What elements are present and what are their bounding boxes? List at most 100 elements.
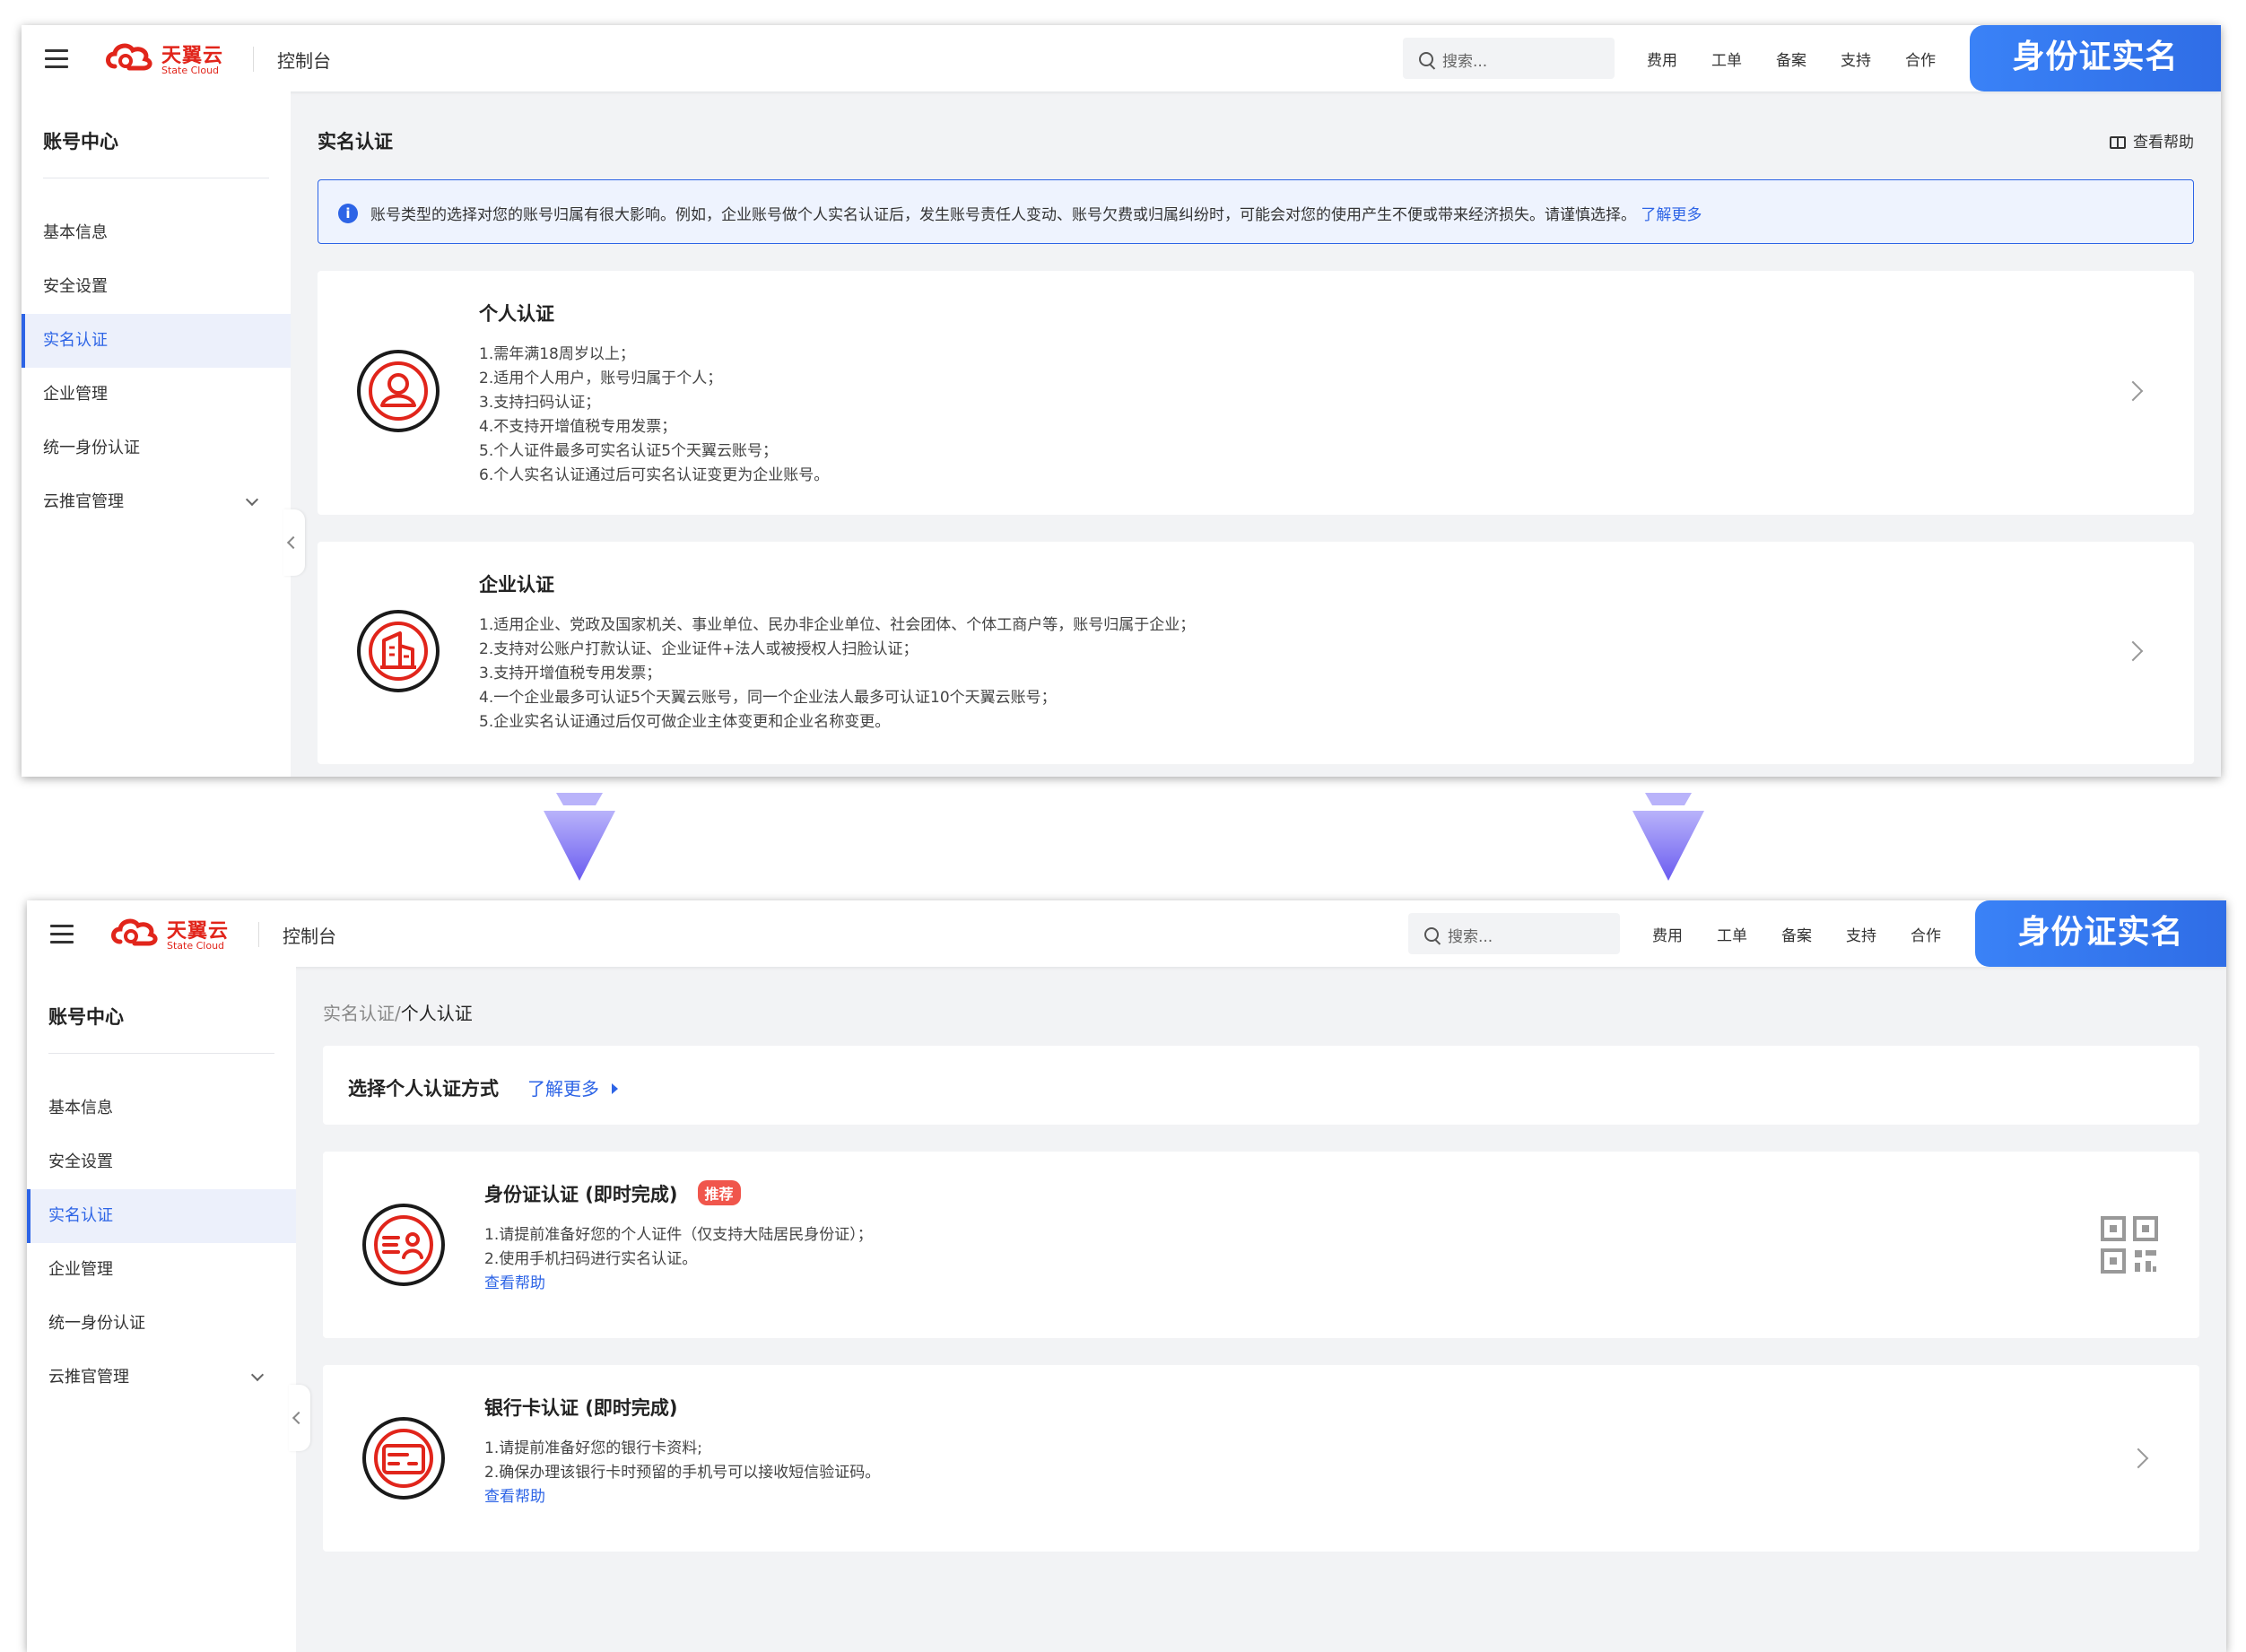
- book-icon: [2110, 136, 2126, 149]
- nav-filing[interactable]: 备案: [1781, 923, 1812, 945]
- sidebar-item-basic-info[interactable]: 基本信息: [22, 206, 291, 260]
- sidebar-item-enterprise[interactable]: 企业管理: [27, 1243, 296, 1297]
- nav-support[interactable]: 支持: [1841, 48, 1871, 70]
- logo-subtext: State Cloud: [161, 65, 220, 76]
- page-title: 实名认证: [318, 131, 393, 152]
- search-icon: [1424, 927, 1439, 942]
- nav-partner[interactable]: 合作: [1905, 48, 1936, 70]
- bank-card-icon: [362, 1417, 445, 1500]
- divider: [253, 47, 254, 72]
- info-icon: i: [338, 204, 358, 223]
- desc-line: 5.个人证件最多可实名认证5个天翼云账号；: [479, 442, 779, 460]
- learn-more-link[interactable]: 了解更多: [1641, 206, 1702, 224]
- brand-logo[interactable]: 天翼云 State Cloud: [108, 913, 242, 954]
- menu-icon[interactable]: [45, 49, 68, 68]
- id-card-icon: [362, 1204, 445, 1286]
- person-glyph: [369, 361, 428, 421]
- sidebar-item-cloud-promoter[interactable]: 云推官管理: [27, 1351, 296, 1404]
- console-link[interactable]: 控制台: [283, 922, 336, 948]
- top-navbar: 天翼云 State Cloud 控制台 搜索... 费用 工单 备案 支持 合作…: [22, 25, 2221, 91]
- desc-line: 2.确保办理该银行卡时预留的手机号可以接收短信验证码。: [484, 1464, 881, 1482]
- cloud-logo-icon: [111, 918, 158, 946]
- chevron-right-icon[interactable]: [2122, 380, 2144, 402]
- screenshot-personal-auth-methods: 天翼云 State Cloud 控制台 搜索... 费用 工单 备案 支持 合作…: [27, 900, 2226, 1652]
- search-placeholder: 搜索...: [1448, 928, 1493, 946]
- breadcrumb-current: 个人认证: [400, 1003, 473, 1024]
- card-description: 1.请提前准备好您的银行卡资料; 2.确保办理该银行卡时预留的手机号可以接收短信…: [484, 1437, 880, 1509]
- sidebar-title: 账号中心: [43, 131, 118, 152]
- nav-support[interactable]: 支持: [1846, 923, 1876, 945]
- search-input[interactable]: 搜索...: [1403, 38, 1615, 79]
- sidebar: 账号中心 基本信息 安全设置 实名认证 企业管理 统一身份认证 云推官管理: [22, 91, 291, 777]
- learn-more-link[interactable]: 了解更多: [527, 1074, 618, 1100]
- sidebar-item-unified-identity[interactable]: 统一身份认证: [22, 422, 291, 475]
- card-title: 身份证认证 (即时完成) 推荐: [484, 1180, 741, 1207]
- id-card-auth-card[interactable]: 身份证认证 (即时完成) 推荐 1.请提前准备好您的个人证件（仅支持大陆居民身份证…: [323, 1152, 2199, 1338]
- card-description: 1.请提前准备好您的个人证件（仅支持大陆居民身份证）； 2.使用手机扫码进行实名…: [484, 1223, 873, 1296]
- sidebar-title: 账号中心: [48, 1006, 124, 1028]
- card-description: 1.适用企业、党政及国家机关、事业单位、民办非企业单位、社会团体、个体工商户等，…: [479, 613, 1195, 735]
- desc-line: 2.适用个人用户，账号归属于个人；: [479, 370, 723, 387]
- method-title: 选择个人认证方式: [348, 1078, 499, 1100]
- nav-tickets[interactable]: 工单: [1717, 923, 1747, 945]
- sidebar-item-realname[interactable]: 实名认证: [22, 314, 291, 368]
- sidebar-collapse-handle[interactable]: [289, 1385, 310, 1451]
- desc-line: 4.不支持开增值税专用发票；: [479, 418, 677, 436]
- card-title: 个人认证: [479, 303, 554, 325]
- personal-auth-card[interactable]: 个人认证 1.需年满18周岁以上； 2.适用个人用户，账号归属于个人； 3.支持…: [318, 271, 2194, 515]
- screenshot-account-center-realname: 天翼云 State Cloud 控制台 搜索... 费用 工单 备案 支持 合作…: [22, 25, 2221, 777]
- desc-line: 1.请提前准备好您的银行卡资料;: [484, 1439, 702, 1457]
- notice-banner: i 账号类型的选择对您的账号归属有很大影响。例如，企业账号做个人实名认证后，发生…: [318, 179, 2194, 244]
- chevron-down-icon: [245, 492, 259, 507]
- top-navbar: 天翼云 State Cloud 控制台 搜索... 费用 工单 备案 支持 合作…: [27, 900, 2226, 967]
- nav-partner[interactable]: 合作: [1911, 923, 1941, 945]
- logo-subtext: State Cloud: [167, 940, 225, 952]
- search-input[interactable]: 搜索...: [1408, 913, 1620, 954]
- view-help-link[interactable]: 查看帮助: [484, 1485, 880, 1509]
- divider: [258, 922, 259, 947]
- nav-filing[interactable]: 备案: [1776, 48, 1806, 70]
- card-title: 银行卡认证 (即时完成): [484, 1397, 678, 1419]
- id-realname-banner: 身份证实名: [1970, 25, 2221, 91]
- sidebar-item-realname[interactable]: 实名认证: [27, 1189, 296, 1243]
- desc-line: 4.一个企业最多可认证5个天翼云账号，同一个企业法人最多可认证10个天翼云账号；: [479, 689, 1057, 707]
- building-glyph: [369, 622, 428, 681]
- id-card-glyph: [374, 1215, 433, 1274]
- bank-card-auth-card[interactable]: 银行卡认证 (即时完成) 1.请提前准备好您的银行卡资料; 2.确保办理该银行卡…: [323, 1365, 2199, 1552]
- auth-method-header: 选择个人认证方式 了解更多: [323, 1046, 2199, 1125]
- recommended-badge: 推荐: [697, 1180, 741, 1205]
- enterprise-auth-card[interactable]: 企业认证 1.适用企业、党政及国家机关、事业单位、民办非企业单位、社会团体、个体…: [318, 542, 2194, 764]
- down-arrow-icon: [1632, 793, 1704, 881]
- view-help-link[interactable]: 查看帮助: [2110, 129, 2194, 152]
- chevron-right-icon[interactable]: [2128, 1448, 2149, 1469]
- sidebar-item-security[interactable]: 安全设置: [27, 1135, 296, 1189]
- nav-fees[interactable]: 费用: [1647, 48, 1677, 70]
- nav-fees[interactable]: 费用: [1652, 923, 1683, 945]
- menu-icon[interactable]: [50, 925, 74, 943]
- qr-code-icon[interactable]: [2101, 1216, 2158, 1274]
- breadcrumb-realname-link[interactable]: 实名认证: [323, 1003, 395, 1024]
- divider: [48, 1053, 274, 1054]
- learn-more-label: 了解更多: [527, 1078, 599, 1100]
- sidebar-item-label: 云推官管理: [48, 1368, 129, 1387]
- search-icon: [1419, 52, 1433, 66]
- desc-line: 5.企业实名认证通过后仅可做企业主体变更和企业名称变更。: [479, 713, 891, 731]
- sidebar-item-security[interactable]: 安全设置: [22, 260, 291, 314]
- sidebar-item-basic-info[interactable]: 基本信息: [27, 1082, 296, 1135]
- sidebar-collapse-handle[interactable]: [283, 509, 305, 576]
- card-description: 1.需年满18周岁以上； 2.适用个人用户，账号归属于个人； 3.支持扫码认证；…: [479, 343, 829, 488]
- console-link[interactable]: 控制台: [277, 47, 331, 73]
- sidebar-item-enterprise[interactable]: 企业管理: [22, 368, 291, 422]
- breadcrumb: 实名认证/个人认证: [323, 999, 473, 1025]
- sidebar-item-unified-identity[interactable]: 统一身份认证: [27, 1297, 296, 1351]
- sidebar-item-cloud-promoter[interactable]: 云推官管理: [22, 475, 291, 529]
- main-content: 实名认证 查看帮助 i 账号类型的选择对您的账号归属有很大影响。例如，企业账号做…: [318, 91, 2194, 777]
- brand-logo[interactable]: 天翼云 State Cloud: [102, 38, 237, 79]
- desc-line: 1.请提前准备好您的个人证件（仅支持大陆居民身份证）；: [484, 1226, 873, 1244]
- sidebar: 账号中心 基本信息 安全设置 实名认证 企业管理 统一身份认证 云推官管理: [27, 967, 296, 1652]
- chevron-down-icon: [250, 1368, 265, 1382]
- nav-tickets[interactable]: 工单: [1711, 48, 1742, 70]
- chevron-right-icon[interactable]: [2122, 640, 2144, 662]
- sidebar-item-label: 云推官管理: [43, 492, 124, 511]
- view-help-link[interactable]: 查看帮助: [484, 1272, 873, 1296]
